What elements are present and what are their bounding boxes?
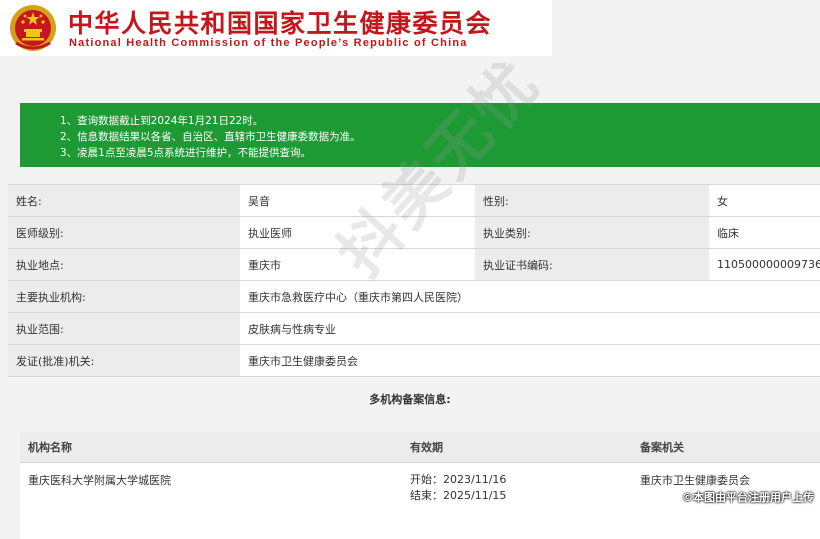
scope-label: 执业范围:	[8, 313, 240, 345]
table-row: 执业地点: 重庆市 执业证书编码: 110500000009736	[8, 249, 820, 281]
national-emblem-icon	[8, 3, 58, 53]
notice-line: 3、凌晨1点至凌晨5点系统进行维护，不能提供查询。	[60, 145, 311, 160]
table-row: 执业范围: 皮肤病与性病专业	[8, 313, 820, 345]
name-label: 姓名:	[8, 185, 240, 217]
issuer-label: 发证(批准)机关:	[8, 345, 240, 377]
issuer-value: 重庆市卫生健康委员会	[240, 345, 820, 377]
table-row: 发证(批准)机关: 重庆市卫生健康委员会	[8, 345, 820, 377]
table-row: 主要执业机构: 重庆市急救医疗中心（重庆市第四人民医院）	[8, 281, 820, 313]
level-label: 医师级别:	[8, 217, 240, 249]
cert-label: 执业证书编码:	[475, 249, 709, 281]
notice-line: 1、查询数据截止到2024年1月21日22时。	[60, 113, 263, 128]
site-title-en: National Health Commission of the People…	[69, 37, 468, 49]
validity-end: 结束：2025/11/15	[410, 488, 631, 504]
column-header-validity: 有效期	[402, 432, 632, 463]
institution-cell: 重庆医科大学附属大学城医院	[20, 463, 402, 539]
category-value: 临床	[709, 217, 820, 249]
multi-institution-table: 机构名称 有效期 备案机关 重庆医科大学附属大学城医院 开始：2023/11/1…	[20, 432, 820, 539]
location-label: 执业地点:	[8, 249, 240, 281]
table-header-row: 机构名称 有效期 备案机关	[20, 432, 820, 463]
gender-label: 性别:	[475, 185, 709, 217]
site-title-cn: 中华人民共和国国家卫生健康委员会	[68, 4, 492, 40]
level-value: 执业医师	[240, 217, 475, 249]
location-value: 重庆市	[240, 249, 475, 281]
institution-value: 重庆市急救医疗中心（重庆市第四人民医院）	[240, 281, 820, 313]
site-header: 中华人民共和国国家卫生健康委员会 National Health Commiss…	[0, 0, 552, 56]
name-value: 吴音	[240, 185, 475, 217]
validity-cell: 开始：2023/11/16 结束：2025/11/15	[402, 463, 632, 539]
table-row: 医师级别: 执业医师 执业类别: 临床	[8, 217, 820, 249]
footer-watermark: ©本图由平台注册用户上传	[682, 489, 814, 505]
notice-line: 2、信息数据结果以各省、自治区、直辖市卫生健康委数据为准。	[60, 129, 361, 144]
institution-label: 主要执业机构:	[8, 281, 240, 313]
column-header-institution: 机构名称	[20, 432, 402, 463]
gender-value: 女	[709, 185, 820, 217]
validity-start: 开始：2023/11/16	[410, 472, 631, 488]
cert-value: 110500000009736	[709, 249, 820, 281]
scope-value: 皮肤病与性病专业	[240, 313, 820, 345]
multi-institution-title: 多机构备案信息:	[0, 391, 820, 407]
table-row: 姓名: 吴音 性别: 女	[8, 185, 820, 217]
notice-box: 1、查询数据截止到2024年1月21日22时。 2、信息数据结果以各省、自治区、…	[20, 103, 820, 167]
category-label: 执业类别:	[475, 217, 709, 249]
column-header-authority: 备案机关	[632, 432, 820, 463]
doctor-info-table: 姓名: 吴音 性别: 女 医师级别: 执业医师 执业类别: 临床 执业地点: 重…	[8, 184, 820, 377]
